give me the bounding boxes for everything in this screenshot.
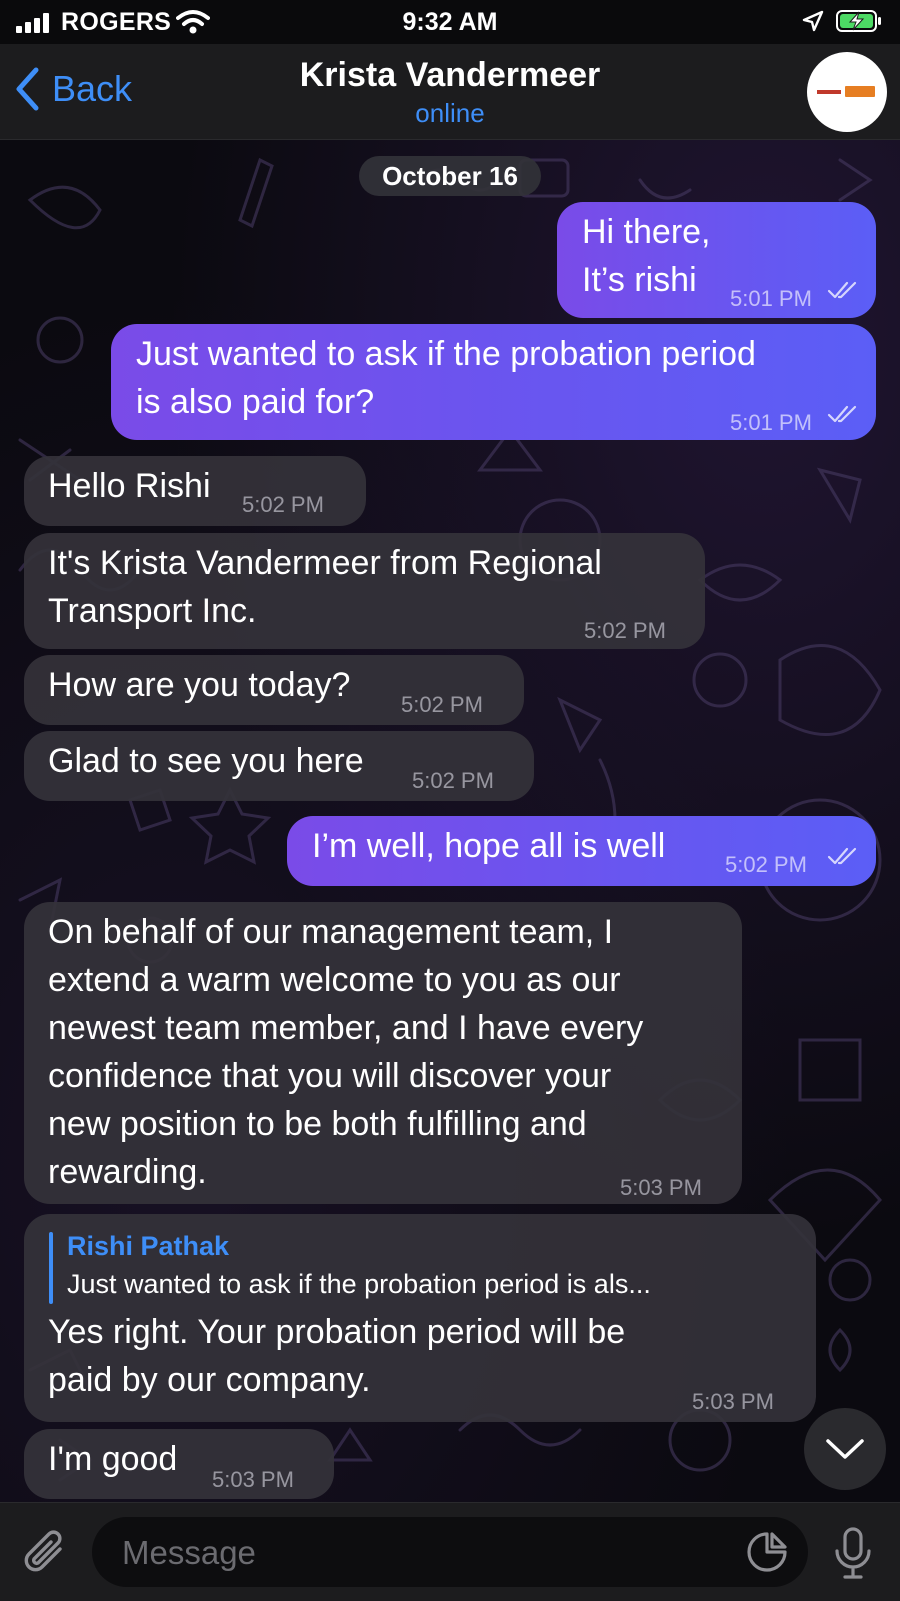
status-bar: ROGERS 9:32 AM xyxy=(0,0,900,44)
outgoing-message[interactable]: Just wanted to ask if the probation peri… xyxy=(111,324,876,440)
scroll-to-bottom-button[interactable] xyxy=(804,1408,886,1490)
message-field[interactable] xyxy=(92,1517,808,1589)
message-time: 5:03 PM xyxy=(212,1467,294,1492)
incoming-message[interactable]: Glad to see you here 5:02 PM xyxy=(24,731,534,801)
incoming-message[interactable]: On behalf of our management team, I exte… xyxy=(24,902,742,1204)
message-composer xyxy=(0,1502,900,1601)
company-logo xyxy=(817,83,877,101)
message-time: 5:02 PM xyxy=(584,618,666,643)
message-text: I'm good xyxy=(48,1440,178,1478)
incoming-message[interactable]: Hello Rishi 5:02 PM xyxy=(24,456,366,526)
presence-status: online xyxy=(415,98,485,128)
paperclip-icon[interactable] xyxy=(22,1529,70,1579)
message-list[interactable]: October 16 Hi there, It’s rishi 5:01 PM … xyxy=(0,140,900,1502)
message-time: 5:02 PM xyxy=(401,692,483,717)
chevron-down-icon xyxy=(826,1439,864,1459)
incoming-message[interactable]: How are you today? 5:02 PM xyxy=(24,655,524,725)
message-time: 5:02 PM xyxy=(412,768,494,793)
outgoing-message[interactable]: I’m well, hope all is well 5:02 PM xyxy=(287,816,876,886)
message-text: Yes right. Your probation period will be… xyxy=(48,1313,626,1399)
clock: 9:32 AM xyxy=(402,8,498,36)
message-time: 5:02 PM xyxy=(725,852,807,877)
message-text: On behalf of our management team, I exte… xyxy=(48,913,644,1191)
incoming-message[interactable]: It's Krista Vandermeer from Regional Tra… xyxy=(24,533,705,649)
incoming-reply-message[interactable]: Rishi Pathak Just wanted to ask if the p… xyxy=(24,1214,816,1422)
contact-avatar[interactable] xyxy=(807,52,887,132)
reply-accent-bar xyxy=(49,1232,53,1304)
battery-charging-icon xyxy=(836,10,881,32)
reply-sender-name[interactable]: Rishi Pathak xyxy=(67,1228,229,1264)
location-arrow-icon xyxy=(802,10,824,32)
message-text: Hello Rishi xyxy=(48,467,211,505)
double-check-icon xyxy=(827,281,857,299)
contact-name[interactable]: Krista Vandermeer xyxy=(0,56,900,95)
message-text: I’m well, hope all is well xyxy=(312,827,666,865)
message-input[interactable] xyxy=(120,1517,704,1589)
date-separator: October 16 xyxy=(359,156,541,196)
message-text: Hi there, It’s rishi xyxy=(582,213,711,299)
chat-header: Back Krista Vandermeer online xyxy=(0,44,900,140)
reply-quoted-text[interactable]: Just wanted to ask if the probation peri… xyxy=(67,1266,651,1302)
message-time: 5:01 PM xyxy=(730,286,812,311)
outgoing-message[interactable]: Hi there, It’s rishi 5:01 PM xyxy=(557,202,876,318)
sticker-icon[interactable] xyxy=(746,1531,788,1573)
message-time: 5:01 PM xyxy=(730,410,812,435)
message-time: 5:02 PM xyxy=(242,492,324,517)
message-text: Just wanted to ask if the probation peri… xyxy=(136,335,756,421)
message-time: 5:03 PM xyxy=(692,1389,774,1414)
message-text: How are you today? xyxy=(48,666,351,704)
message-text: Glad to see you here xyxy=(48,742,364,780)
double-check-icon xyxy=(827,847,857,865)
message-text: It's Krista Vandermeer from Regional Tra… xyxy=(48,544,602,630)
message-time: 5:03 PM xyxy=(620,1175,702,1200)
microphone-icon[interactable] xyxy=(833,1527,873,1581)
double-check-icon xyxy=(827,405,857,423)
incoming-message[interactable]: I'm good 5:03 PM xyxy=(24,1429,334,1499)
